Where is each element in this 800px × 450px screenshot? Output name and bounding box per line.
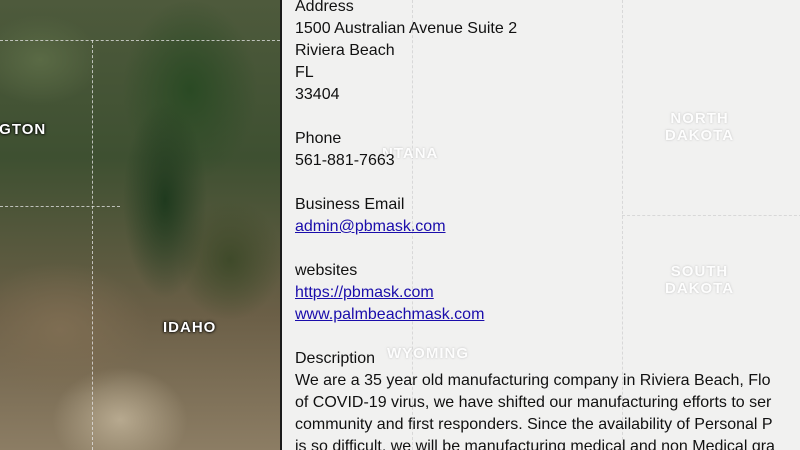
phone-heading: Phone — [295, 130, 342, 147]
info-panel: NORTH DAKOTA SOUTH DAKOTA NTANA WYOMING … — [280, 0, 800, 450]
description-line: of COVID-19 virus, we have shifted our m… — [295, 394, 772, 411]
address-city: Riviera Beach — [295, 42, 395, 59]
email-link[interactable]: admin@pbmask.com — [295, 218, 446, 235]
phone-value: 561-881-7663 — [295, 152, 395, 169]
email-heading: Business Email — [295, 196, 405, 213]
map-label-washington: IGTON — [0, 121, 47, 138]
description-heading: Description — [295, 350, 376, 367]
address-state: FL — [295, 64, 314, 81]
state-border — [0, 40, 280, 41]
listing-details: Address 1500 Australian Avenue Suite 2 R… — [295, 0, 800, 450]
website-link-1[interactable]: https://pbmask.com — [295, 284, 434, 301]
state-border — [0, 206, 120, 207]
website-link-2[interactable]: www.palmbeachmask.com — [295, 306, 484, 323]
address-zip: 33404 — [295, 86, 340, 103]
map-label-idaho: IDAHO — [163, 319, 217, 336]
address-heading: Address — [295, 0, 354, 15]
description-line: community and first responders. Since th… — [295, 416, 773, 433]
description-line: We are a 35 year old manufacturing compa… — [295, 372, 771, 389]
address-street: 1500 Australian Avenue Suite 2 — [295, 20, 518, 37]
description-line: is so difficult, we will be manufacturin… — [295, 438, 775, 450]
state-border — [92, 40, 93, 450]
websites-heading: websites — [295, 262, 358, 279]
